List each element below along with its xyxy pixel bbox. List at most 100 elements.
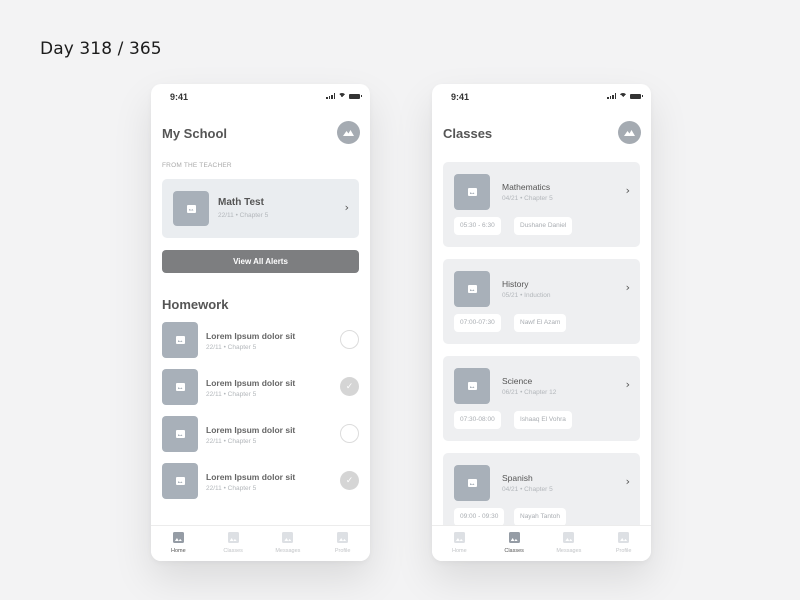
homework-heading: Homework [162, 297, 229, 312]
class-thumbnail [454, 271, 490, 307]
class-thumbnail [454, 465, 490, 501]
class-time-chip: 07:00-07:30 [454, 314, 501, 332]
status-icons [607, 93, 643, 101]
status-bar: 9:41 [151, 84, 370, 110]
homework-checkbox-checked[interactable]: ✓ [340, 377, 359, 396]
tab-label: Classes [223, 548, 243, 554]
homework-thumbnail [162, 322, 198, 358]
tab-label: Home [171, 548, 186, 554]
classes-tab-icon [508, 532, 520, 543]
homework-item[interactable]: Lorem Ipsum dolor sit 22/11 • Chapter 5 … [162, 369, 359, 405]
tab-profile[interactable]: Profile [596, 526, 651, 561]
class-card[interactable]: Mathematics 04/21 • Chapter 5 › 05:30 - … [443, 162, 640, 247]
status-time: 9:41 [170, 92, 189, 102]
mountain-image-icon [624, 130, 635, 136]
homework-subtitle: 22/11 • Chapter 5 [206, 391, 257, 398]
teacher-alert-card[interactable]: Math Test 22/11 • Chapter 5 › [162, 179, 359, 238]
class-subtitle: 04/21 • Chapter 5 [502, 195, 553, 202]
chevron-right-icon: › [344, 201, 349, 214]
alert-subtitle: 22/11 • Chapter 5 [218, 212, 269, 219]
class-thumbnail [454, 174, 490, 210]
class-title: Mathematics [502, 182, 551, 192]
tab-home[interactable]: Home [151, 526, 206, 561]
homework-thumbnail [162, 463, 198, 499]
class-title: History [502, 279, 529, 289]
homework-thumbnail [162, 369, 198, 405]
class-thumbnail [454, 368, 490, 404]
home-tab-icon [172, 532, 184, 543]
homework-checkbox-unchecked[interactable] [340, 424, 359, 443]
class-title: Spanish [502, 473, 533, 483]
homework-item[interactable]: Lorem Ipsum dolor sit 22/11 • Chapter 5 [162, 416, 359, 452]
tab-classes[interactable]: Classes [206, 526, 261, 561]
class-card[interactable]: History 05/21 • Induction › 07:00-07:30 … [443, 259, 640, 344]
image-placeholder-icon [175, 430, 185, 438]
alert-thumbnail [173, 191, 209, 226]
tab-label: Profile [615, 548, 632, 554]
tab-classes[interactable]: Classes [487, 526, 542, 561]
image-placeholder-icon [467, 382, 477, 390]
homework-thumbnail [162, 416, 198, 452]
class-time-chip: 05:30 - 6:30 [454, 217, 501, 235]
class-subtitle: 04/21 • Chapter 5 [502, 486, 553, 493]
mountain-image-icon [343, 130, 354, 136]
image-placeholder-icon [467, 188, 477, 196]
checkmark-icon: ✓ [345, 475, 354, 486]
wifi-icon [619, 93, 627, 101]
class-teacher-chip: Ishaaq El Vohra [514, 411, 572, 429]
homework-title: Lorem Ipsum dolor sit [206, 425, 296, 435]
signal-icon [326, 93, 335, 99]
tab-label: Profile [334, 548, 351, 554]
messages-tab-icon [563, 532, 575, 543]
image-placeholder-icon [467, 479, 477, 487]
class-teacher-chip: Dushane Daniel [514, 217, 573, 235]
image-placeholder-icon [175, 336, 185, 344]
profile-avatar[interactable] [337, 121, 360, 144]
homework-checkbox-unchecked[interactable] [340, 330, 359, 349]
my-school-screen: 9:41 My School FROM THE TEACHER Math Tes… [151, 84, 370, 561]
chevron-right-icon: › [625, 378, 630, 391]
tab-home[interactable]: Home [432, 526, 487, 561]
chevron-right-icon: › [625, 184, 630, 197]
home-tab-icon [453, 532, 465, 543]
messages-tab-icon [282, 532, 294, 543]
profile-avatar[interactable] [618, 121, 641, 144]
view-all-alerts-button[interactable]: View All Alerts [162, 250, 359, 273]
class-teacher-chip: Nayah Tantoh [514, 508, 566, 526]
tab-profile[interactable]: Profile [315, 526, 370, 561]
homework-item[interactable]: Lorem Ipsum dolor sit 22/11 • Chapter 5 … [162, 463, 359, 499]
classes-screen: 9:41 Classes Mathematics 04/21 • Chapter… [432, 84, 651, 561]
homework-checkbox-checked[interactable]: ✓ [340, 471, 359, 490]
image-placeholder-icon [186, 204, 196, 213]
chevron-right-icon: › [625, 475, 630, 488]
class-subtitle: 06/21 • Chapter 12 [502, 389, 557, 396]
tab-messages[interactable]: Messages [542, 526, 597, 561]
signal-icon [607, 93, 616, 99]
alert-title: Math Test [218, 197, 264, 208]
battery-icon [630, 93, 643, 99]
bottom-tab-bar: Home Classes Messages Profile [151, 525, 370, 561]
profile-tab-icon [618, 532, 630, 543]
status-bar: 9:41 [432, 84, 651, 110]
class-subtitle: 05/21 • Induction [502, 292, 551, 299]
class-title: Science [502, 376, 533, 386]
image-placeholder-icon [175, 383, 185, 391]
bottom-tab-bar: Home Classes Messages Profile [432, 525, 651, 561]
class-time-chip: 09:00 - 09:30 [454, 508, 505, 526]
status-time: 9:41 [451, 92, 470, 102]
class-teacher-chip: Nawf El Azam [514, 314, 567, 332]
image-placeholder-icon [175, 477, 185, 485]
profile-tab-icon [337, 532, 349, 543]
homework-item[interactable]: Lorem Ipsum dolor sit 22/11 • Chapter 5 [162, 322, 359, 358]
checkmark-icon: ✓ [345, 381, 354, 392]
page-title: My School [162, 126, 228, 141]
tab-label: Classes [504, 548, 524, 554]
homework-title: Lorem Ipsum dolor sit [206, 472, 296, 482]
tab-label: Home [452, 548, 467, 554]
tab-messages[interactable]: Messages [261, 526, 316, 561]
class-card[interactable]: Science 06/21 • Chapter 12 › 07:30-08:00… [443, 356, 640, 441]
tab-label: Messages [556, 548, 582, 554]
wifi-icon [338, 93, 346, 101]
page-title: Classes [443, 126, 493, 141]
homework-subtitle: 22/11 • Chapter 5 [206, 485, 257, 492]
